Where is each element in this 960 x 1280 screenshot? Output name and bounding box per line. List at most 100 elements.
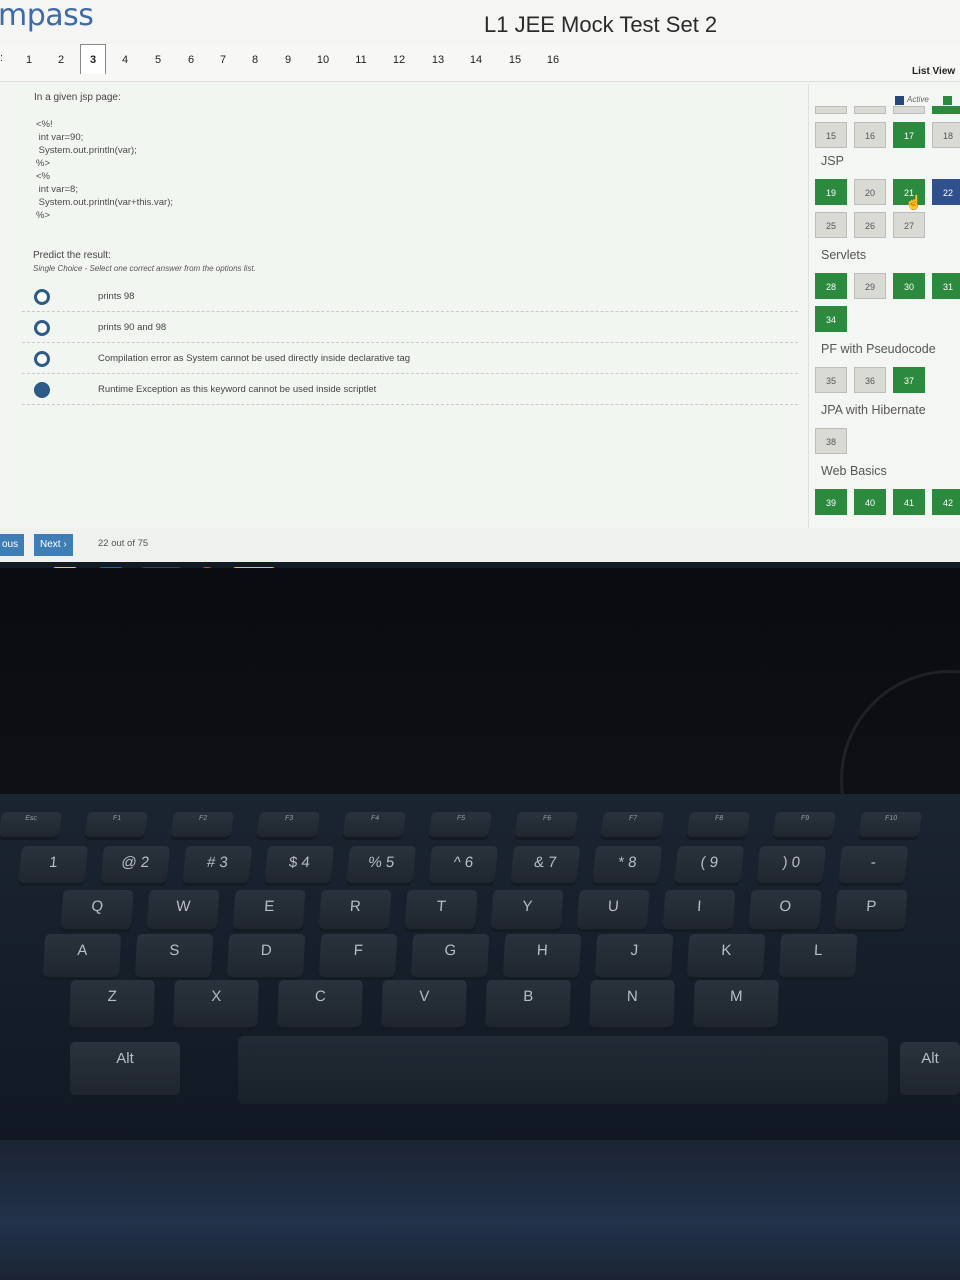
palette-cell[interactable]: 42 <box>932 489 960 515</box>
keyboard-key: - <box>837 846 909 886</box>
question-nav-item[interactable]: 10 <box>310 54 336 66</box>
photo-scene: mpass L1 JEE Mock Test Set 2 : 123456789… <box>0 0 960 1280</box>
keyboard-key: I <box>662 890 736 932</box>
chrome-icon[interactable] <box>140 567 182 568</box>
keyboard-key: # 3 <box>181 846 253 886</box>
keyboard-key: F1 <box>84 812 148 840</box>
question-nav-item[interactable]: 3 <box>80 44 106 74</box>
progress-counter: 22 out of 75 <box>98 538 149 549</box>
keyboard-key: Esc <box>0 812 62 840</box>
keyboard-key: @ 2 <box>99 846 171 886</box>
warning-icon[interactable]: ⚠ <box>232 567 276 568</box>
palette-section-title: JSP <box>821 154 844 168</box>
answered-legend-swatch <box>943 96 952 105</box>
palette-cell[interactable]: 35 <box>815 367 847 393</box>
answer-option-label: Runtime Exception as this keyword cannot… <box>98 384 377 395</box>
previous-button[interactable]: ous <box>0 534 25 556</box>
answer-option[interactable]: Compilation error as System cannot be us… <box>22 343 798 374</box>
keyboard-key: & 7 <box>509 846 581 886</box>
keyboard-key: F8 <box>686 812 750 840</box>
keyboard-key: ) 0 <box>755 846 827 886</box>
answer-option[interactable]: Runtime Exception as this keyword cannot… <box>22 374 798 405</box>
palette-cell[interactable]: 19 <box>815 179 847 205</box>
keyboard-key: S <box>134 934 214 980</box>
keyboard-key: F5 <box>428 812 492 840</box>
palette-cell[interactable]: 29 <box>854 273 886 299</box>
palette-cell-partial <box>854 106 886 114</box>
keyboard-key: O <box>748 890 822 932</box>
question-nav-item[interactable]: 12 <box>386 54 412 66</box>
radio-button[interactable] <box>34 320 50 336</box>
palette-cell[interactable]: 20 <box>854 179 886 205</box>
footer-bar: ous Next › 22 out of 75 <box>0 528 960 562</box>
ie-icon[interactable]: e <box>4 567 30 568</box>
palette-cell[interactable]: 26 <box>854 212 886 238</box>
keyboard-key: C <box>277 980 363 1030</box>
keyboard-key: $ 4 <box>263 846 335 886</box>
list-view-link[interactable]: List View <box>912 66 955 77</box>
question-nav-item[interactable]: 15 <box>502 54 528 66</box>
palette-cell[interactable]: 31 <box>932 273 960 299</box>
palette-cell[interactable]: 28 <box>815 273 847 299</box>
palette-cell[interactable]: 34 <box>815 306 847 332</box>
palette-cell[interactable]: 37 <box>893 367 925 393</box>
question-nav-item[interactable]: 8 <box>242 54 268 66</box>
monitor-bezel <box>0 598 960 794</box>
palette-cell-partial <box>893 106 925 114</box>
palette-cell[interactable]: 27 <box>893 212 925 238</box>
keyboard-key: N <box>589 980 675 1030</box>
question-nav-item[interactable]: 4 <box>112 54 138 66</box>
question-palette: Active 15 16 17 18 JSP 19 20 21 22 25 26 27 Servlets… <box>808 84 960 528</box>
question-nav-item[interactable]: 13 <box>425 54 451 66</box>
palette-cell[interactable]: 40 <box>854 489 886 515</box>
hand-cursor-icon: ☝ <box>905 194 923 210</box>
palette-cell[interactable]: 22 <box>932 179 960 205</box>
keyboard-edge <box>0 1140 960 1280</box>
monitor-screen: mpass L1 JEE Mock Test Set 2 : 123456789… <box>0 0 960 568</box>
radio-button[interactable] <box>34 382 50 398</box>
palette-cell[interactable]: 41 <box>893 489 925 515</box>
keyboard-key: * 8 <box>591 846 663 886</box>
next-button[interactable]: Next › <box>34 534 73 556</box>
question-nav-item[interactable]: 6 <box>178 54 204 66</box>
keyboard-key: F2 <box>170 812 234 840</box>
palette-cell[interactable]: 17 <box>893 122 925 148</box>
question-nav-item[interactable]: 11 <box>348 54 374 66</box>
firefox-icon[interactable] <box>194 567 220 568</box>
palette-section-title: JPA with Hibernate <box>821 403 926 417</box>
question-nav-item[interactable]: 5 <box>145 54 171 66</box>
palette-cell[interactable]: 25 <box>815 212 847 238</box>
answer-option[interactable]: prints 90 and 98 <box>22 312 798 343</box>
palette-cell[interactable]: 16 <box>854 122 886 148</box>
keyboard-key: F3 <box>256 812 320 840</box>
palette-cell[interactable]: 30 <box>893 273 925 299</box>
file-explorer-icon[interactable]: ▤ <box>52 567 78 568</box>
answer-option-label: prints 90 and 98 <box>98 322 167 333</box>
keyboard-key: F <box>318 934 398 980</box>
question-nav-item[interactable]: 9 <box>275 54 301 66</box>
question-nav-item[interactable]: 1 <box>16 54 42 66</box>
question-nav-item[interactable]: 14 <box>463 54 489 66</box>
keyboard-key: L <box>778 934 858 980</box>
question-nav-item[interactable]: 2 <box>48 54 74 66</box>
question-nav-item[interactable]: 7 <box>210 54 236 66</box>
palette-cell[interactable]: 36 <box>854 367 886 393</box>
keyboard-key: U <box>576 890 650 932</box>
radio-button[interactable] <box>34 289 50 305</box>
palette-cell[interactable]: 18 <box>932 122 960 148</box>
radio-button[interactable] <box>34 351 50 367</box>
alt-key: Alt <box>70 1042 180 1098</box>
palette-section-title: Servlets <box>821 248 867 262</box>
active-legend-label: Active <box>907 95 929 104</box>
question-nav-item[interactable]: 16 <box>540 54 566 66</box>
palette-cell[interactable]: 15 <box>815 122 847 148</box>
keyboard-key: F10 <box>858 812 922 840</box>
answer-type-hint: Single Choice - Select one correct answe… <box>33 264 256 273</box>
answer-option[interactable]: prints 98 <box>22 281 798 312</box>
palette-cell[interactable]: 39 <box>815 489 847 515</box>
palette-cell[interactable]: 38 <box>815 428 847 454</box>
keyboard-key: 1 <box>17 846 89 886</box>
media-player-icon[interactable]: ▶ <box>98 567 124 568</box>
keyboard-key: M <box>693 980 779 1030</box>
spacebar-key <box>238 1036 888 1104</box>
